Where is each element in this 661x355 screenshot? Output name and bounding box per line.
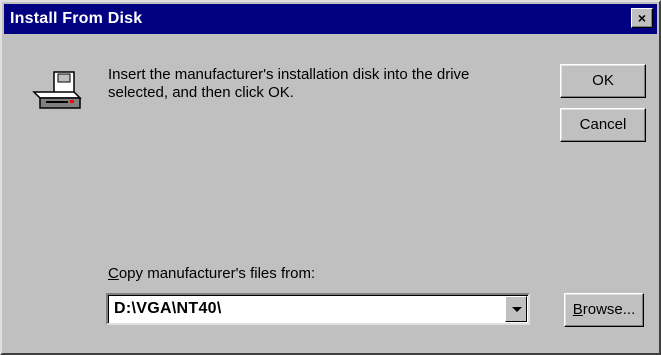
copy-label-accel: C xyxy=(108,265,119,282)
copy-from-combobox[interactable]: D:\VGA\NT40\ xyxy=(106,293,530,325)
close-icon: × xyxy=(637,10,647,26)
copy-from-path-input[interactable]: D:\VGA\NT40\ xyxy=(114,300,222,318)
title-bar: Install From Disk × xyxy=(4,4,657,34)
browse-label-accel: B xyxy=(572,301,583,318)
message-line-1: Insert the manufacturer's installation d… xyxy=(108,66,470,83)
chevron-down-icon[interactable] xyxy=(505,296,527,322)
close-button[interactable]: × xyxy=(631,8,653,28)
install-from-disk-dialog: Install From Disk × Insert the manufactu… xyxy=(0,0,661,355)
message-line-2: selected, and then click OK. xyxy=(108,84,294,101)
copy-files-label: Copy manufacturer's files from: xyxy=(108,265,315,282)
disk-drive-icon xyxy=(32,71,82,109)
copy-label-text: opy manufacturer's files from: xyxy=(118,265,316,282)
ok-button[interactable]: OK xyxy=(560,64,646,98)
cancel-button[interactable]: Cancel xyxy=(560,108,646,142)
browse-button[interactable]: Browse... xyxy=(564,293,644,327)
browse-label-text: rowse... xyxy=(582,301,636,318)
dialog-title: Install From Disk xyxy=(10,10,143,27)
instruction-message: Insert the manufacturer's installation d… xyxy=(108,66,528,102)
